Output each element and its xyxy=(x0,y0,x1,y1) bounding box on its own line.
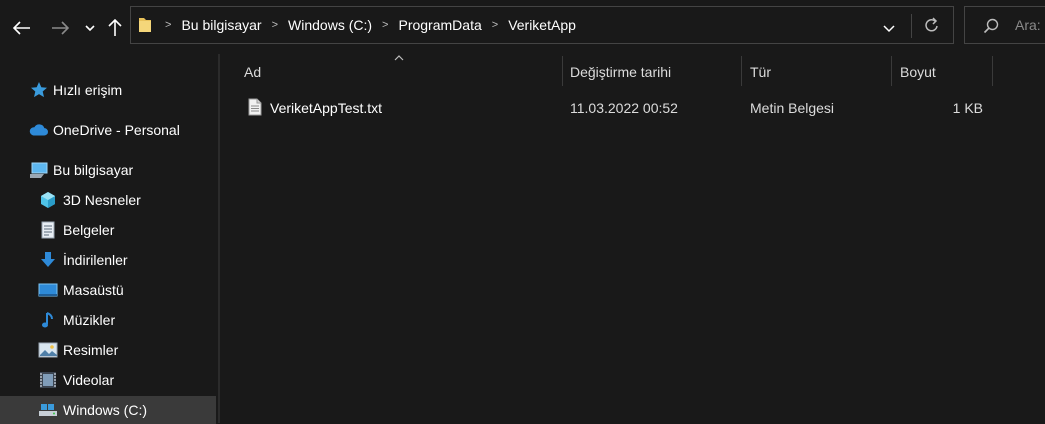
arrow-up-icon xyxy=(108,19,122,36)
recent-locations-button[interactable] xyxy=(82,14,98,42)
document-icon xyxy=(38,220,58,240)
column-header-name[interactable]: Ad xyxy=(244,55,560,87)
folder-icon xyxy=(139,18,151,32)
table-row[interactable]: VeriketAppTest.txt 11.03.2022 00:52 Meti… xyxy=(240,94,1030,122)
column-header-label: Değiştirme tarihi xyxy=(570,64,672,80)
address-bar[interactable]: > Bu bilgisayar > Windows (C:) > Program… xyxy=(130,6,954,44)
nav-item-label: 3D Nesneler xyxy=(63,192,141,208)
arrow-left-icon xyxy=(13,21,30,35)
text-file-icon xyxy=(248,98,262,119)
nav-item-label: Masaüstü xyxy=(63,282,124,298)
nav-item-onedrive[interactable]: OneDrive - Personal xyxy=(0,116,216,144)
address-dropdown-button[interactable] xyxy=(883,20,895,36)
breadcrumb-separator: > xyxy=(165,19,172,31)
file-list: Ad Değiştirme tarihi Tür Boyut VeriketAp… xyxy=(220,54,1045,423)
file-size: 1 KB xyxy=(952,100,983,116)
music-icon xyxy=(38,310,58,330)
breadcrumb-item[interactable]: Bu bilgisayar xyxy=(177,17,265,33)
nav-item-pictures[interactable]: Resimler xyxy=(0,336,216,364)
nav-item-label: Videolar xyxy=(63,372,115,388)
nav-item-music[interactable]: Müzikler xyxy=(0,306,216,334)
breadcrumb-item[interactable]: VeriketApp xyxy=(504,17,580,33)
chevron-down-icon xyxy=(883,25,895,33)
column-divider[interactable] xyxy=(992,56,993,86)
sort-up-icon xyxy=(394,55,404,61)
chevron-down-icon xyxy=(85,25,95,32)
video-icon xyxy=(38,370,58,390)
search-box[interactable]: Ara: xyxy=(964,6,1045,44)
address-divider xyxy=(911,14,912,38)
cube-icon xyxy=(38,190,58,210)
nav-item-label: İndirilenler xyxy=(63,252,128,268)
search-icon xyxy=(983,18,999,34)
nav-item-desktop[interactable]: Masaüstü xyxy=(0,276,216,304)
forward-button[interactable] xyxy=(46,14,74,42)
nav-item-documents[interactable]: Belgeler xyxy=(0,216,216,244)
pictures-icon xyxy=(38,340,58,360)
nav-item-label: Resimler xyxy=(63,342,119,358)
breadcrumb-separator: > xyxy=(271,19,279,31)
breadcrumb-separator: > xyxy=(491,19,499,31)
nav-item-downloads[interactable]: İndirilenler xyxy=(0,246,216,274)
cloud-icon xyxy=(28,120,48,140)
file-name: VeriketAppTest.txt xyxy=(270,100,383,116)
back-button[interactable] xyxy=(8,14,36,42)
drive-icon xyxy=(38,400,58,420)
nav-item-windows-c[interactable]: Windows (C:) xyxy=(0,396,216,424)
refresh-icon xyxy=(925,17,938,32)
column-header-modified[interactable]: Değiştirme tarihi xyxy=(570,57,740,87)
file-modified: 11.03.2022 00:52 xyxy=(570,100,678,116)
column-divider[interactable] xyxy=(891,56,892,86)
nav-item-label: Müzikler xyxy=(63,312,116,328)
breadcrumb-item[interactable]: Windows (C:) xyxy=(284,17,376,33)
column-header-type[interactable]: Tür xyxy=(750,57,890,87)
column-header-label: Ad xyxy=(244,64,262,80)
nav-item-this-pc[interactable]: Bu bilgisayar xyxy=(0,156,216,184)
breadcrumb-separator: > xyxy=(382,19,389,31)
nav-item-quick-access[interactable]: Hızlı erişim xyxy=(0,76,216,104)
nav-item-label: Belgeler xyxy=(63,222,115,238)
up-button[interactable] xyxy=(104,14,126,42)
nav-item-3d-objects[interactable]: 3D Nesneler xyxy=(0,186,216,214)
nav-item-label: OneDrive - Personal xyxy=(53,122,180,138)
file-type: Metin Belgesi xyxy=(750,100,835,116)
nav-item-label: Bu bilgisayar xyxy=(53,162,134,178)
download-icon xyxy=(38,250,58,270)
computer-icon xyxy=(29,160,49,180)
toolbar: > Bu bilgisayar > Windows (C:) > Program… xyxy=(0,0,1045,54)
navigation-pane: Hızlı erişim OneDrive - Personal Bu bilg… xyxy=(0,54,218,424)
breadcrumb: > Bu bilgisayar > Windows (C:) > Program… xyxy=(137,7,580,43)
nav-item-label: Windows (C:) xyxy=(63,402,148,418)
column-header-label: Tür xyxy=(750,64,771,80)
nav-item-label: Hızlı erişim xyxy=(53,82,123,98)
column-header-label: Boyut xyxy=(900,64,936,80)
arrow-right-icon xyxy=(52,21,69,35)
breadcrumb-item[interactable]: ProgramData xyxy=(394,17,485,33)
desktop-icon xyxy=(38,280,58,300)
column-divider[interactable] xyxy=(562,56,563,86)
column-header-size[interactable]: Boyut xyxy=(900,57,990,87)
search-placeholder: Ara: xyxy=(1015,17,1041,33)
star-icon xyxy=(29,80,49,100)
nav-item-videos[interactable]: Videolar xyxy=(0,366,216,394)
refresh-button[interactable] xyxy=(924,16,940,37)
column-divider[interactable] xyxy=(741,56,742,86)
